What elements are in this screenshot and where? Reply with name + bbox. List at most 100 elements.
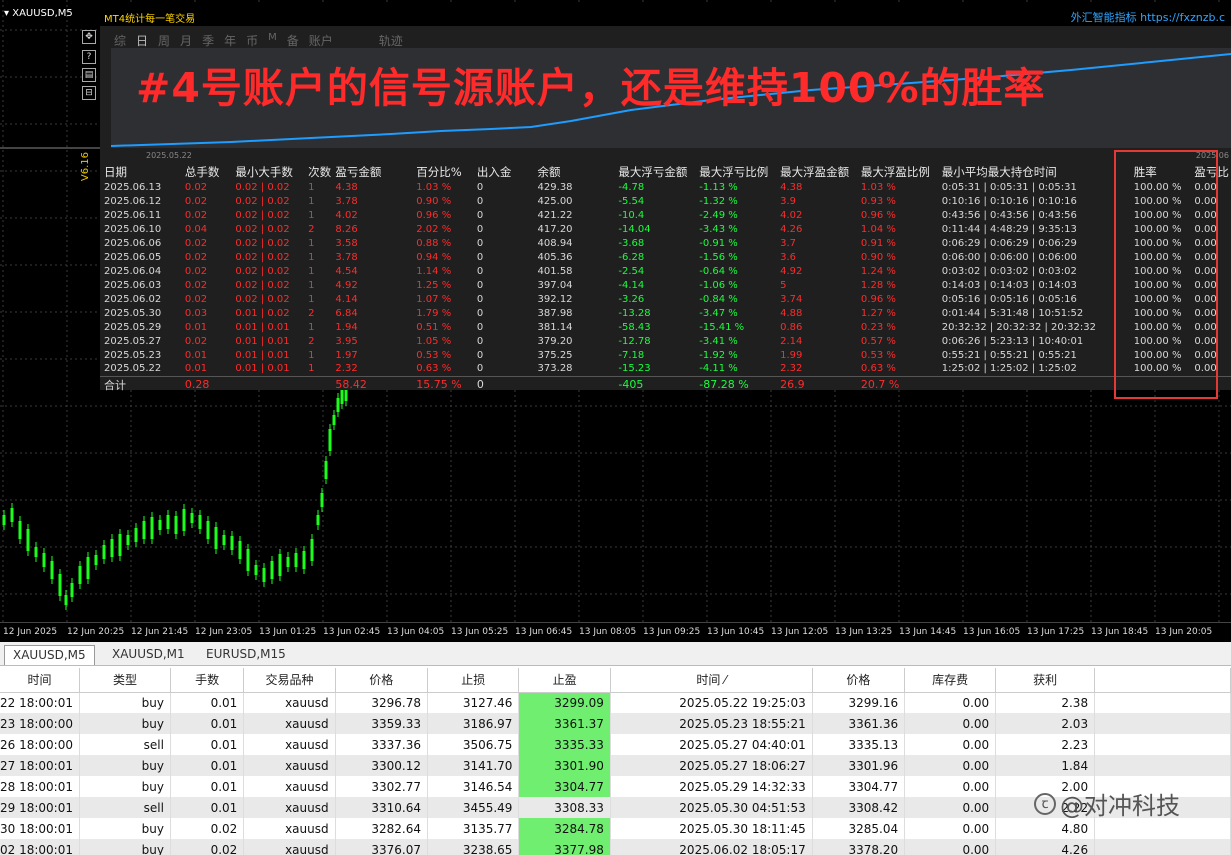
stats-cell: 2025.06.06 <box>104 237 162 249</box>
stats-cell: 0.01 <box>184 363 208 375</box>
trades-cell: xauusd <box>243 755 336 776</box>
stats-cell: 4.88 <box>780 307 803 319</box>
period-tab[interactable]: M <box>268 32 277 49</box>
stats-cell: 6.84 <box>335 307 358 319</box>
stats-header-cell: 盈亏金额 <box>335 165 382 179</box>
time-tick-label: 13 Jun 05:25 <box>451 627 509 637</box>
stats-cell: 2.32 <box>780 363 803 375</box>
move-icon[interactable]: ✥ <box>82 30 96 44</box>
trades-header-cell[interactable]: 交易品种 <box>243 668 336 693</box>
stats-cell: 0.00 <box>1194 307 1217 319</box>
trades-header-cell[interactable]: 价格 <box>812 668 906 693</box>
help-icon[interactable]: ? <box>82 50 96 64</box>
dropdown-arrow-icon[interactable]: ▾ <box>4 8 9 19</box>
trades-header-cell[interactable]: 库存费 <box>904 668 997 693</box>
trades-cell: 2025.05.27 04:40:01 <box>610 734 813 755</box>
period-tab[interactable]: 账户 <box>309 32 333 49</box>
stats-cell: 1 <box>308 195 315 207</box>
trades-cell: 3378.20 <box>812 839 906 855</box>
stats-cell: 1:25:02 | 1:25:02 | 1:25:02 <box>941 363 1077 375</box>
stats-cell: -0.84 % <box>699 293 738 305</box>
price-chart[interactable]: ▾ XAUUSD,M5 ✥ ? ▤ ⊟ V6.16 MT4统计每一笔交易 外汇智… <box>0 0 1231 642</box>
stats-cell: -15.41 % <box>699 321 745 333</box>
period-tab[interactable]: 年 <box>224 32 236 49</box>
trades-header-cell[interactable]: 时间 ⁄ <box>610 668 813 693</box>
time-tick-label: 13 Jun 06:45 <box>515 627 573 637</box>
stats-cell: 2 <box>308 307 315 319</box>
stats-total-cell: -405 <box>614 375 696 393</box>
table-row[interactable]: 02 18:00:01 buy 0.02 xauusd 3376.07 3238.65 33… <box>0 839 1231 855</box>
period-tab[interactable]: 轨迹 <box>379 32 403 49</box>
stats-cell: 0:11:44 | 4:48:29 | 9:35:13 <box>941 223 1077 235</box>
stats-cell: 0.02 | 0.02 <box>235 195 290 207</box>
trades-cell: 02 18:00:01 <box>0 839 80 855</box>
trades-cell: 3299.09 <box>518 692 611 713</box>
period-tab[interactable]: 周 <box>158 32 170 49</box>
table-row[interactable]: 22 18:00:01 buy 0.01 xauusd 3296.78 3127.46 32… <box>0 692 1231 713</box>
stats-row: 2025.06.10 0.04 0.02 | 0.02 2 8.26 2.02 % 0 417… <box>100 222 1231 236</box>
trades-header-cell[interactable]: 止盈 <box>518 668 611 693</box>
stats-cell: 373.28 <box>537 363 573 375</box>
stats-cell: 1.79 % <box>416 307 452 319</box>
stats-cell: 0 <box>476 265 484 277</box>
stats-header-cell: 余额 <box>537 165 561 179</box>
table-row[interactable]: 23 18:00:00 buy 0.01 xauusd 3359.33 3186.97 33… <box>0 713 1231 734</box>
tab-xauusd-m1[interactable]: XAUUSD,M1 <box>104 645 193 665</box>
stats-cell: 0:43:56 | 0:43:56 | 0:43:56 <box>941 209 1077 221</box>
trades-header-cell[interactable]: 类型 <box>79 668 171 693</box>
stats-cell: 0.00 <box>1194 321 1217 333</box>
time-tick-label: 13 Jun 04:05 <box>387 627 445 637</box>
table-row[interactable]: 26 18:00:00 sell 0.01 xauusd 3337.36 3506.75 3… <box>0 734 1231 755</box>
stats-cell: -3.47 % <box>699 307 738 319</box>
stats-total-cell: 26.9 <box>776 375 857 393</box>
chart-symbol-label: ▾ XAUUSD,M5 <box>4 8 73 19</box>
trades-cell: 3335.13 <box>812 734 906 755</box>
stats-cell: 0.94 % <box>416 251 452 263</box>
period-tab[interactable]: 币 <box>246 32 258 49</box>
trades-header-cell[interactable]: 时间 <box>0 668 80 693</box>
settings-icon[interactable]: ▤ <box>82 68 96 82</box>
table-row[interactable]: 30 18:00:01 buy 0.02 xauusd 3282.64 3135.77 32… <box>0 818 1231 839</box>
trades-header-row: 时间 类型 手数 交易品种 价格 止损 止盈 时间 ⁄ 价格 库存费 获利 <box>0 668 1231 693</box>
trades-cell: 0.02 <box>170 839 245 855</box>
stats-cell: 0.91 % <box>860 237 896 249</box>
stats-cell: 0 <box>476 209 484 221</box>
stats-header-cell: 胜率 <box>1133 165 1157 179</box>
stats-cell: 0.00 <box>1194 181 1217 193</box>
restore-icon[interactable]: ⊟ <box>82 86 96 100</box>
trades-header-cell[interactable]: 获利 <box>995 668 1096 693</box>
trades-cell: 3285.04 <box>812 818 906 839</box>
stats-row: 2025.05.27 0.02 0.01 | 0.01 2 3.95 1.05 % 0 379… <box>100 334 1231 348</box>
trades-cell: xauusd <box>243 797 336 818</box>
stats-cell: 100.00 % <box>1133 335 1182 347</box>
stats-header-cell: 最小平均最大持仓时间 <box>941 165 1057 179</box>
trades-cell: 3141.70 <box>427 755 520 776</box>
stats-cell: 1.24 % <box>860 265 896 277</box>
time-tick-label: 13 Jun 14:45 <box>899 627 957 637</box>
stats-cell: 0.01 <box>184 349 208 361</box>
time-tick-label: 13 Jun 08:05 <box>579 627 637 637</box>
time-tick-label: 13 Jun 02:45 <box>323 627 381 637</box>
period-tab[interactable]: 日 <box>136 32 148 49</box>
stats-row: 2025.06.11 0.02 0.02 | 0.02 1 4.02 0.96 % 0 421… <box>100 208 1231 222</box>
stats-cell: -13.28 <box>618 307 651 319</box>
trades-header-cell[interactable]: 价格 <box>335 668 429 693</box>
trades-header-cell[interactable]: 止损 <box>427 668 520 693</box>
stats-header-row: 日期 总手数 最小大手数 次数 盈亏金额 百分比% 出入金 余额 最大浮亏金额 最大浮亏比例 最大浮… <box>100 164 1231 180</box>
trades-cell: 30 18:00:01 <box>0 818 80 839</box>
stats-cell: 0:06:00 | 0:06:00 | 0:06:00 <box>941 251 1077 263</box>
trades-cell: buy <box>79 776 171 797</box>
period-tab[interactable]: 季 <box>202 32 214 49</box>
period-tab[interactable]: 月 <box>180 32 192 49</box>
brand-link[interactable]: 外汇智能指标 https://fxznzb.c <box>1071 9 1225 25</box>
period-tab[interactable]: 备 <box>287 32 299 49</box>
trades-cell: 4.80 <box>995 818 1096 839</box>
tab-eurusd-m15[interactable]: EURUSD,M15 <box>198 645 294 665</box>
tab-xauusd-m5[interactable]: XAUUSD,M5 <box>4 645 95 665</box>
stats-cell: 1.04 % <box>860 223 896 235</box>
stats-cell: 0 <box>476 307 484 319</box>
trades-header-cell[interactable]: 手数 <box>170 668 245 693</box>
table-row[interactable]: 27 18:00:01 buy 0.01 xauusd 3300.12 3141.70 33… <box>0 755 1231 776</box>
period-tab[interactable]: 综 <box>114 32 126 49</box>
stats-cell: 2025.05.29 <box>104 321 162 333</box>
